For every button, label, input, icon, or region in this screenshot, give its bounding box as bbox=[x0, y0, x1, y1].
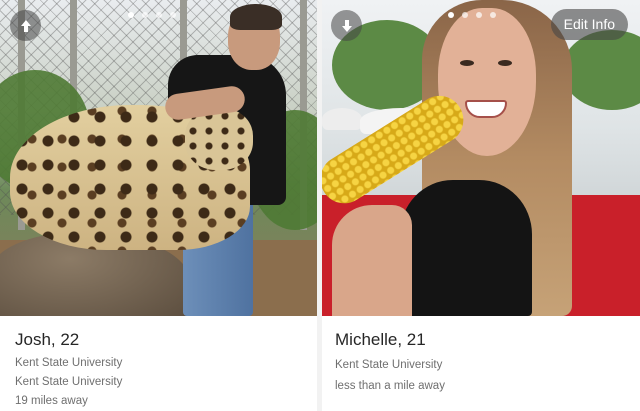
photo-dot[interactable] bbox=[476, 12, 482, 18]
profile-name-age: Josh, 22 bbox=[15, 330, 80, 349]
shoulder bbox=[332, 205, 412, 316]
edit-info-button[interactable]: Edit Info bbox=[550, 9, 628, 40]
profile-distance: 19 miles away bbox=[15, 395, 88, 407]
photo-indicator bbox=[128, 12, 176, 18]
trees bbox=[562, 30, 640, 110]
profile-school: Kent State University bbox=[335, 359, 443, 371]
scroll-down-button[interactable] bbox=[331, 10, 362, 41]
photo-dot[interactable] bbox=[170, 12, 176, 18]
photo-dot[interactable] bbox=[156, 12, 162, 18]
umbrella bbox=[322, 108, 362, 130]
profile-school: Kent State University bbox=[15, 376, 123, 388]
arrow-down-icon bbox=[341, 19, 352, 32]
eye bbox=[460, 60, 474, 66]
profile-info-josh: Josh, 22 Kent State University Kent Stat… bbox=[0, 316, 317, 411]
profile-card-josh[interactable]: Josh, 22 Kent State University Kent Stat… bbox=[0, 0, 317, 411]
arrow-up-icon bbox=[20, 19, 31, 32]
profile-name-age: Michelle, 21 bbox=[335, 330, 426, 349]
photo-dot[interactable] bbox=[448, 12, 454, 18]
photo-dot[interactable] bbox=[462, 12, 468, 18]
profile-info-michelle: Michelle, 21 Kent State University less … bbox=[322, 316, 640, 411]
photo-dot[interactable] bbox=[128, 12, 134, 18]
profile-school: Kent State University bbox=[15, 357, 123, 369]
scroll-up-button[interactable] bbox=[10, 10, 41, 41]
profile-photo-michelle[interactable] bbox=[322, 0, 640, 316]
photo-indicator bbox=[448, 12, 496, 18]
man-hair bbox=[230, 4, 282, 30]
profile-card-michelle[interactable]: Edit Info Michelle, 21 Kent State Univer… bbox=[322, 0, 640, 411]
profile-distance: less than a mile away bbox=[335, 380, 445, 392]
profile-photo-josh[interactable] bbox=[0, 0, 317, 316]
black-top bbox=[400, 180, 532, 316]
eye bbox=[498, 60, 512, 66]
photo-dot[interactable] bbox=[490, 12, 496, 18]
photo-dot[interactable] bbox=[142, 12, 148, 18]
